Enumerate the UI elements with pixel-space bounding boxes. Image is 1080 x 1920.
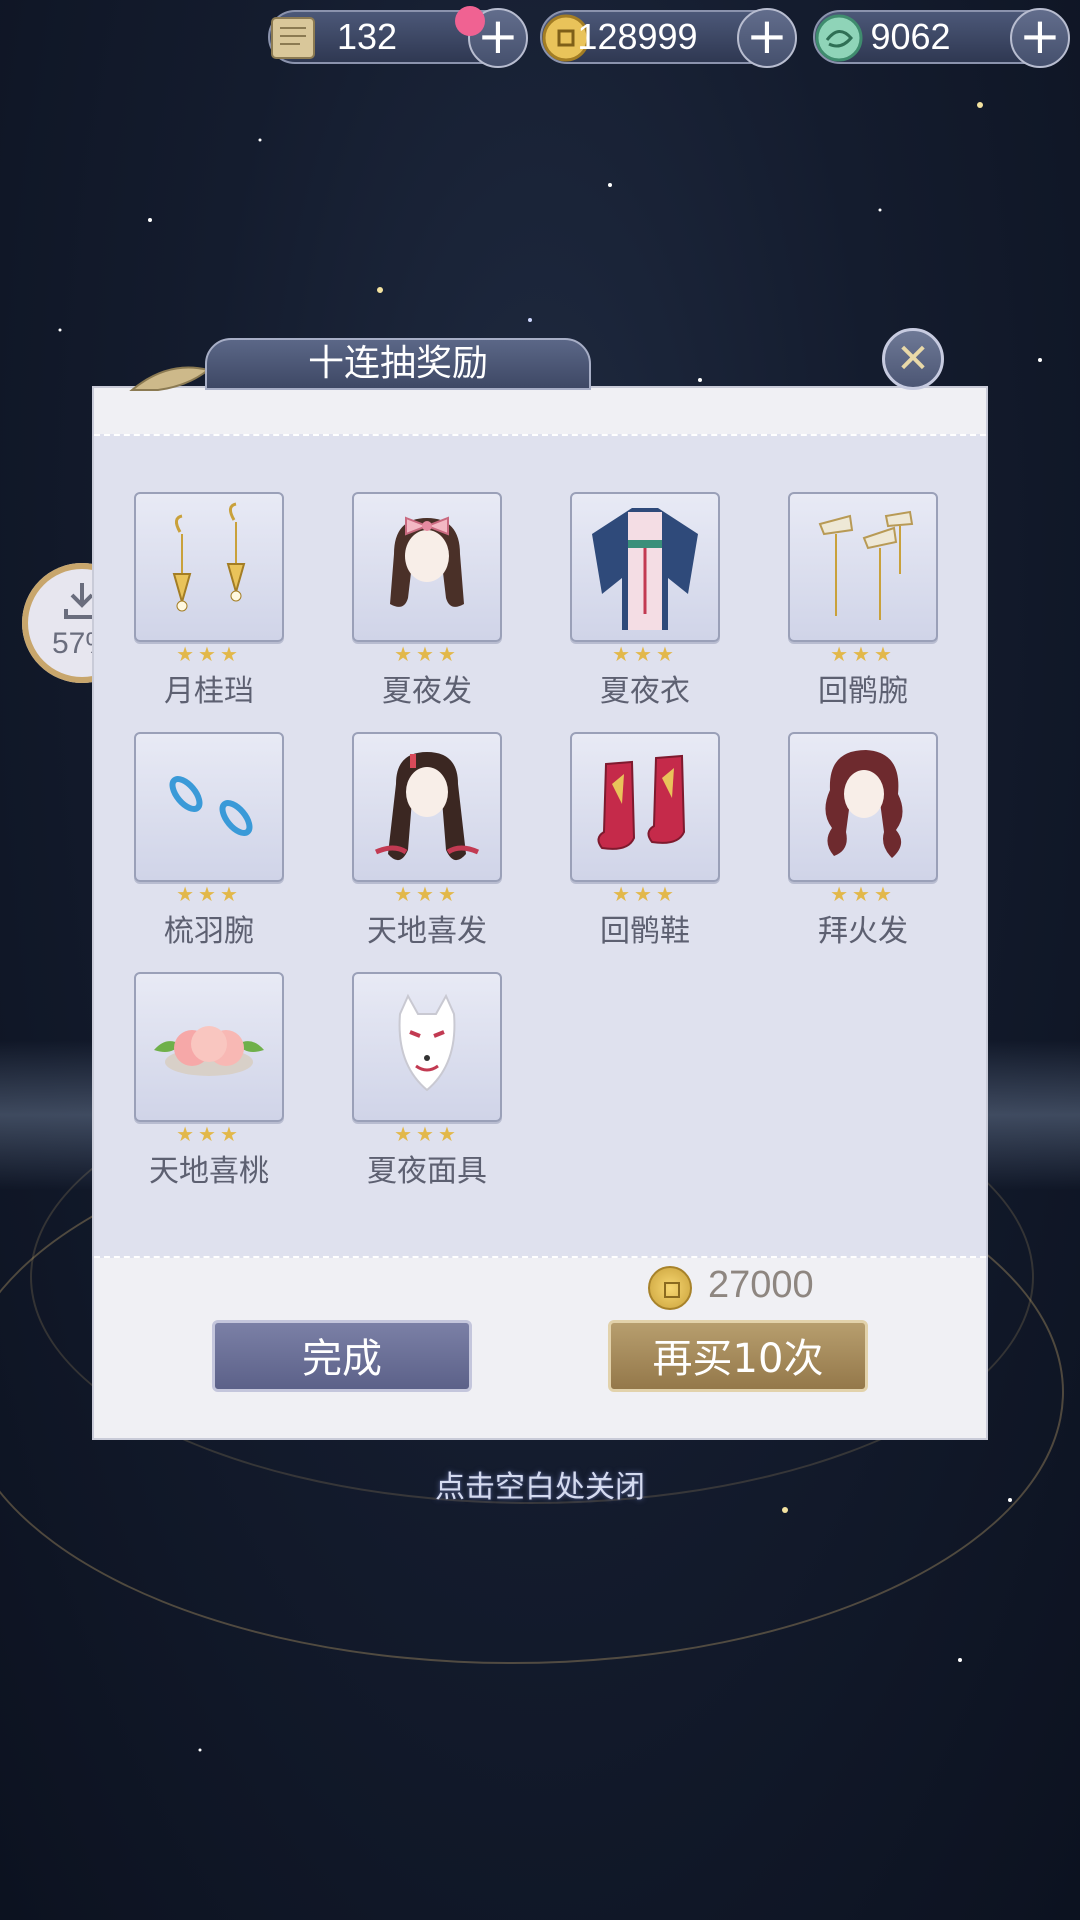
peaches-icon bbox=[154, 1026, 264, 1076]
rarity-stars: ★★★ bbox=[612, 882, 678, 906]
boots-icon bbox=[597, 754, 686, 850]
rarity-stars: ★★★ bbox=[394, 642, 460, 666]
tap-to-close-hint: 点击空白处关闭 bbox=[435, 1470, 645, 1505]
item-card bbox=[134, 732, 284, 882]
item-name: 回鹘鞋 bbox=[600, 914, 690, 949]
wavy-hair-icon bbox=[825, 750, 903, 858]
item-name: 夏夜衣 bbox=[600, 674, 690, 709]
rarity-stars: ★★★ bbox=[176, 882, 242, 906]
item-name: 梳羽腕 bbox=[164, 914, 254, 949]
bracelet-tassel-icon bbox=[818, 510, 914, 620]
item-name: 天地喜桃 bbox=[149, 1154, 269, 1189]
done-button[interactable]: 完成 bbox=[212, 1320, 472, 1392]
item-card bbox=[352, 732, 502, 882]
rarity-stars: ★★★ bbox=[176, 642, 242, 666]
rarity-stars: ★★★ bbox=[176, 1122, 242, 1146]
rarity-stars: ★★★ bbox=[830, 882, 896, 906]
item-name: 月桂珰 bbox=[164, 674, 254, 709]
item-card bbox=[788, 492, 938, 642]
item-name: 回鹘腕 bbox=[818, 674, 908, 709]
buy-again-button[interactable]: 再买10次 bbox=[608, 1320, 868, 1392]
item-card bbox=[134, 972, 284, 1122]
add-coin-button[interactable]: + bbox=[737, 8, 797, 68]
item-name: 天地喜发 bbox=[367, 914, 487, 949]
fox-mask-icon bbox=[398, 993, 456, 1092]
robe-icon bbox=[592, 508, 698, 630]
item-name: 夏夜发 bbox=[382, 674, 472, 709]
scroll-count: 132 bbox=[336, 16, 398, 57]
item-card bbox=[134, 492, 284, 642]
rarity-stars: ★★★ bbox=[612, 642, 678, 666]
item-name: 夏夜面具 bbox=[367, 1154, 487, 1189]
rarity-stars: ★★★ bbox=[394, 1122, 460, 1146]
item-card bbox=[352, 972, 502, 1122]
close-button[interactable]: ✕ bbox=[882, 328, 944, 390]
long-hair-icon bbox=[374, 752, 480, 861]
item-name: 拜火发 bbox=[818, 914, 908, 949]
rarity-stars: ★★★ bbox=[394, 882, 460, 906]
hair-bow-icon bbox=[390, 516, 464, 607]
coin-count: 128999 bbox=[577, 16, 698, 57]
coin-icon bbox=[648, 1266, 692, 1310]
item-card bbox=[570, 732, 720, 882]
blue-bangles-icon bbox=[169, 776, 253, 836]
item-card bbox=[570, 492, 720, 642]
jade-currency: 9062 + bbox=[813, 8, 1070, 68]
item-card bbox=[352, 492, 502, 642]
add-jade-button[interactable]: + bbox=[1010, 8, 1070, 68]
close-icon: ✕ bbox=[896, 336, 930, 382]
notification-dot bbox=[455, 6, 485, 36]
price-amount: 27000 bbox=[708, 1264, 814, 1306]
earrings-icon bbox=[172, 502, 246, 612]
scroll-currency: 132 + bbox=[268, 8, 528, 68]
rarity-stars: ★★★ bbox=[830, 642, 896, 666]
jade-count: 9062 bbox=[870, 16, 951, 57]
coin-currency: 128999 + bbox=[540, 8, 797, 68]
item-card bbox=[788, 732, 938, 882]
dialog-title: 十连抽奖励 bbox=[205, 338, 591, 390]
